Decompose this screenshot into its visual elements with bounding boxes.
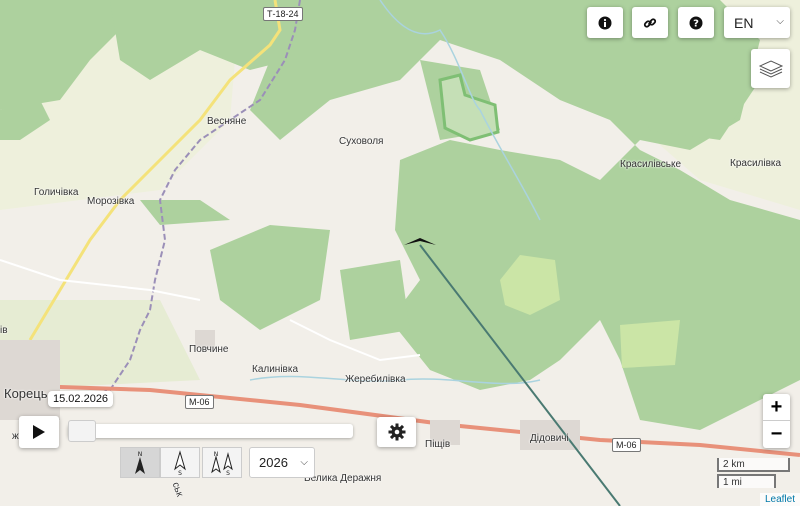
link-button[interactable] — [632, 7, 668, 38]
attribution-link[interactable]: Leaflet — [759, 493, 800, 506]
gear-icon — [388, 423, 405, 441]
chevron-down-icon: ⌵ — [300, 457, 308, 468]
svg-text:S: S — [178, 470, 182, 476]
help-button[interactable]: ? — [678, 7, 714, 38]
scale-bar-mi: 1 mi — [717, 474, 776, 488]
year-value: 2026 — [259, 455, 288, 470]
scale-bar-km: 2 km — [717, 458, 790, 472]
info-button[interactable] — [587, 7, 623, 38]
timeline-date: 15.02.2026 — [48, 391, 114, 407]
chevron-down-icon: ⌵ — [776, 16, 784, 27]
link-icon — [643, 17, 657, 28]
play-button[interactable] — [19, 416, 59, 448]
svg-text:N: N — [138, 451, 143, 458]
place-label: Піщів — [425, 439, 451, 450]
place-label: Жеребилівка — [345, 374, 406, 385]
zoom-in-button[interactable]: + — [763, 394, 790, 421]
settings-button[interactable] — [377, 417, 416, 447]
place-label: Морозівка — [87, 196, 135, 207]
place-label: Красилівка — [730, 158, 782, 169]
svg-text:?: ? — [693, 18, 699, 29]
place-label: ів — [0, 325, 8, 336]
road-label: Т-18-24 — [263, 7, 303, 21]
place-label: Корець — [4, 386, 48, 401]
svg-text:S: S — [226, 470, 230, 476]
orientation-north-button[interactable]: N — [120, 447, 160, 478]
road-label: M-06 — [612, 438, 641, 452]
road-label: M-06 — [185, 395, 214, 409]
place-label: Повчине — [189, 344, 229, 355]
year-select[interactable]: 2026 ⌵ — [249, 447, 315, 478]
place-label: Дідовичі — [530, 433, 569, 444]
zoom-out-button[interactable]: − — [763, 421, 790, 448]
help-icon: ? — [689, 16, 703, 29]
timeline-slider-handle[interactable] — [68, 420, 96, 442]
layers-icon — [758, 59, 783, 78]
language-select[interactable]: EN ⌵ — [724, 7, 790, 38]
place-label: Весняне — [207, 116, 247, 127]
place-label: ж — [12, 431, 19, 442]
place-label: Велика Деражня — [304, 473, 382, 484]
language-value: EN — [734, 14, 754, 31]
orientation-both-button[interactable]: N S — [202, 447, 242, 478]
info-icon — [598, 16, 612, 29]
zoom-control: + − — [763, 394, 790, 448]
play-icon — [33, 425, 45, 439]
north-arrow-icon: N — [135, 451, 145, 474]
timeline-slider[interactable] — [68, 424, 353, 438]
layers-button[interactable] — [751, 49, 790, 88]
orientation-south-button[interactable]: S — [160, 447, 200, 478]
place-label: Суховоля — [339, 136, 384, 147]
place-label: Красилівське — [620, 159, 682, 170]
south-arrow-icon: S — [174, 449, 186, 476]
place-label: Голичівка — [34, 187, 79, 198]
north-south-arrows-icon: N S — [211, 451, 233, 476]
place-label: Калинівка — [252, 364, 299, 375]
